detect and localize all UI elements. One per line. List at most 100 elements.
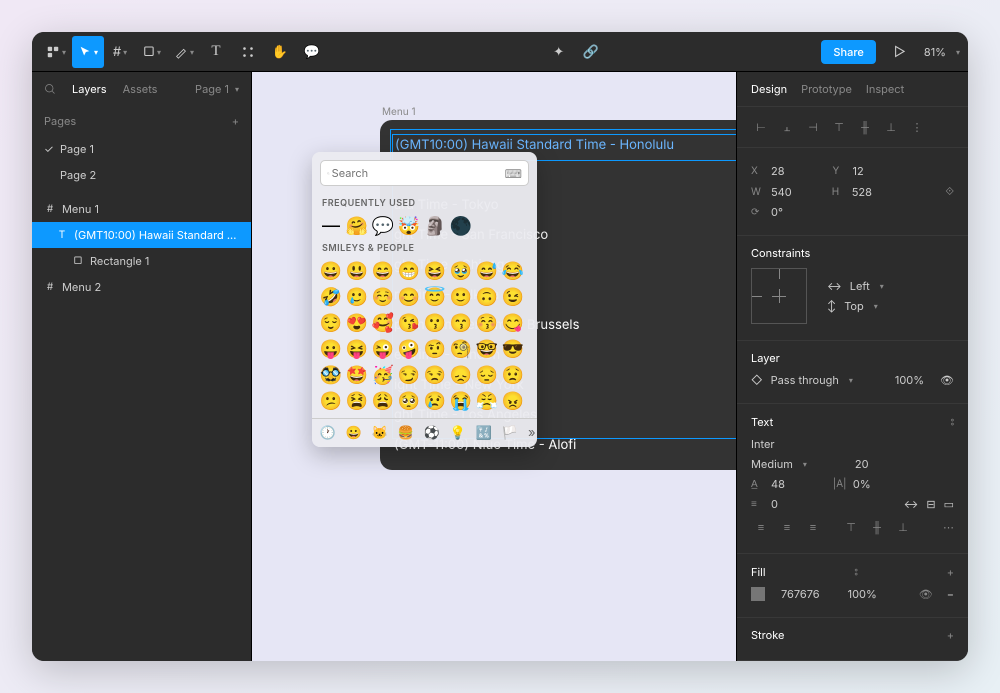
emoji[interactable]: 🤯 [398,215,420,237]
emoji-category-tab[interactable]: » [528,425,536,441]
emoji[interactable]: 🗿 [424,215,446,237]
w-input[interactable]: 540 [771,185,792,199]
add-page-icon[interactable]: + [232,114,239,128]
zoom-level[interactable]: 81% [916,45,954,59]
text-align-right-icon[interactable]: ≡ [803,517,823,537]
assets-tab[interactable]: Assets [123,82,158,96]
emoji[interactable]: 😁 [398,260,420,282]
frame-label[interactable]: Menu 1 [382,106,416,118]
layers-tab[interactable]: Layers [72,82,107,96]
emoji[interactable]: 😙 [450,312,472,334]
emoji-category-tab[interactable]: 🍔 [398,425,414,441]
emoji[interactable]: 🥺 [398,390,420,412]
emoji-category-tab[interactable]: 💡 [450,425,466,441]
emoji[interactable]: 😚 [476,312,498,334]
autoheight-icon[interactable]: ⊟ [926,497,935,511]
emoji[interactable]: 😋 [502,312,524,334]
emoji[interactable]: 😎 [502,338,524,360]
layer-item[interactable]: #Menu 2 [32,274,251,300]
fixed-icon[interactable]: ▭ [944,497,954,511]
emoji[interactable]: 🥸 [320,364,342,386]
fill-hex[interactable]: 767676 [781,587,820,601]
emoji[interactable]: 😊 [398,286,420,308]
emoji[interactable]: 😩 [372,390,394,412]
emoji[interactable]: 🤨 [424,338,446,360]
canvas[interactable]: Menu 1 (GMT10:00) Hawaii Standard Time -… [252,72,736,661]
emoji[interactable]: 😟 [502,364,524,386]
emoji-category-tab[interactable]: 😀 [346,425,362,441]
emoji[interactable]: 😇 [424,286,446,308]
figma-menu-icon[interactable]: ▾ [40,36,72,68]
design-tab[interactable]: Design [751,82,787,96]
line-height[interactable]: 48 [771,477,785,491]
emoji-search[interactable]: ⌨ [320,160,529,186]
emoji[interactable]: 😜 [372,338,394,360]
opacity-input[interactable]: 100% [895,373,924,387]
constraints-box[interactable] [751,268,807,324]
text-tool-icon[interactable]: T [200,36,232,68]
keyboard-icon[interactable]: ⌨ [505,166,522,181]
emoji[interactable]: 🌑 [450,215,472,237]
align-vcenter-icon[interactable]: ╫ [855,117,875,137]
eye-icon[interactable]: 👁 [919,587,933,601]
para-spacing[interactable]: 0 [771,497,778,511]
layer-item[interactable]: #Menu 1 [32,196,251,222]
align-right-icon[interactable]: ⊣ [803,117,823,137]
rotation-input[interactable]: 0° [771,205,783,219]
fill-style-icon[interactable]: ⦂ [854,564,857,579]
emoji[interactable]: 🙃 [476,286,498,308]
emoji[interactable]: 😫 [346,390,368,412]
emoji[interactable]: 😒 [424,364,446,386]
emoji[interactable]: 😘 [398,312,420,334]
text-style-icon[interactable]: ⦂ [951,414,954,429]
emoji[interactable]: 🥲 [346,286,368,308]
emoji[interactable]: 😆 [424,260,446,282]
emoji[interactable]: 🤣 [320,286,342,308]
constraint-h[interactable]: Left [850,279,870,293]
emoji[interactable]: 🥹 [450,260,472,282]
align-top-icon[interactable]: ⊤ [829,117,849,137]
emoji[interactable]: 😃 [346,260,368,282]
autowidth-icon[interactable]: ↔ [904,497,919,511]
frame-tool-icon[interactable]: #▾ [104,36,136,68]
align-hcenter-icon[interactable]: ⫠ [777,117,797,137]
font-weight[interactable]: Medium [751,457,793,471]
emoji[interactable]: 😗 [424,312,446,334]
emoji[interactable]: 😌 [320,312,342,334]
emoji[interactable]: 😞 [450,364,472,386]
component-icon[interactable]: ✦ [543,36,575,68]
text-valign-bot-icon[interactable]: ⊥ [893,517,913,537]
add-stroke-icon[interactable]: + [947,628,954,642]
emoji[interactable]: 😕 [320,390,342,412]
emoji[interactable]: 😅 [476,260,498,282]
blend-mode[interactable]: Pass through [771,373,839,387]
emoji[interactable]: 🤪 [398,338,420,360]
shape-tool-icon[interactable]: ▢▾ [136,36,168,68]
emoji[interactable]: 😠 [502,390,524,412]
align-bottom-icon[interactable]: ⊥ [881,117,901,137]
constrain-icon[interactable]: ⟐ [945,184,954,199]
constraint-v[interactable]: Top [844,299,864,313]
emoji[interactable]: 😍 [346,312,368,334]
comment-tool-icon[interactable]: 💬 [296,36,328,68]
emoji-category-tab[interactable]: 🔣 [476,425,492,441]
page-item[interactable]: Page 1 [32,136,251,162]
emoji[interactable]: 🧐 [450,338,472,360]
font-family[interactable]: Inter [751,437,775,451]
text-align-center-icon[interactable]: ≡ [777,517,797,537]
inspect-tab[interactable]: Inspect [866,82,904,96]
emoji[interactable]: 🤩 [346,364,368,386]
move-tool-icon[interactable]: ▾ [72,36,104,68]
emoji[interactable]: 😀 [320,260,342,282]
emoji[interactable]: — [320,215,342,237]
emoji[interactable]: 🙂 [450,286,472,308]
emoji[interactable]: 🤗 [346,215,368,237]
text-valign-mid-icon[interactable]: ╫ [867,517,887,537]
emoji[interactable]: 😛 [320,338,342,360]
align-left-icon[interactable]: ⊢ [751,117,771,137]
pen-tool-icon[interactable]: ▾ [168,36,200,68]
emoji[interactable]: 😔 [476,364,498,386]
text-more-icon[interactable]: ⋯ [943,520,954,534]
page-select[interactable]: Page 1▾ [195,82,239,96]
emoji[interactable]: 😏 [398,364,420,386]
